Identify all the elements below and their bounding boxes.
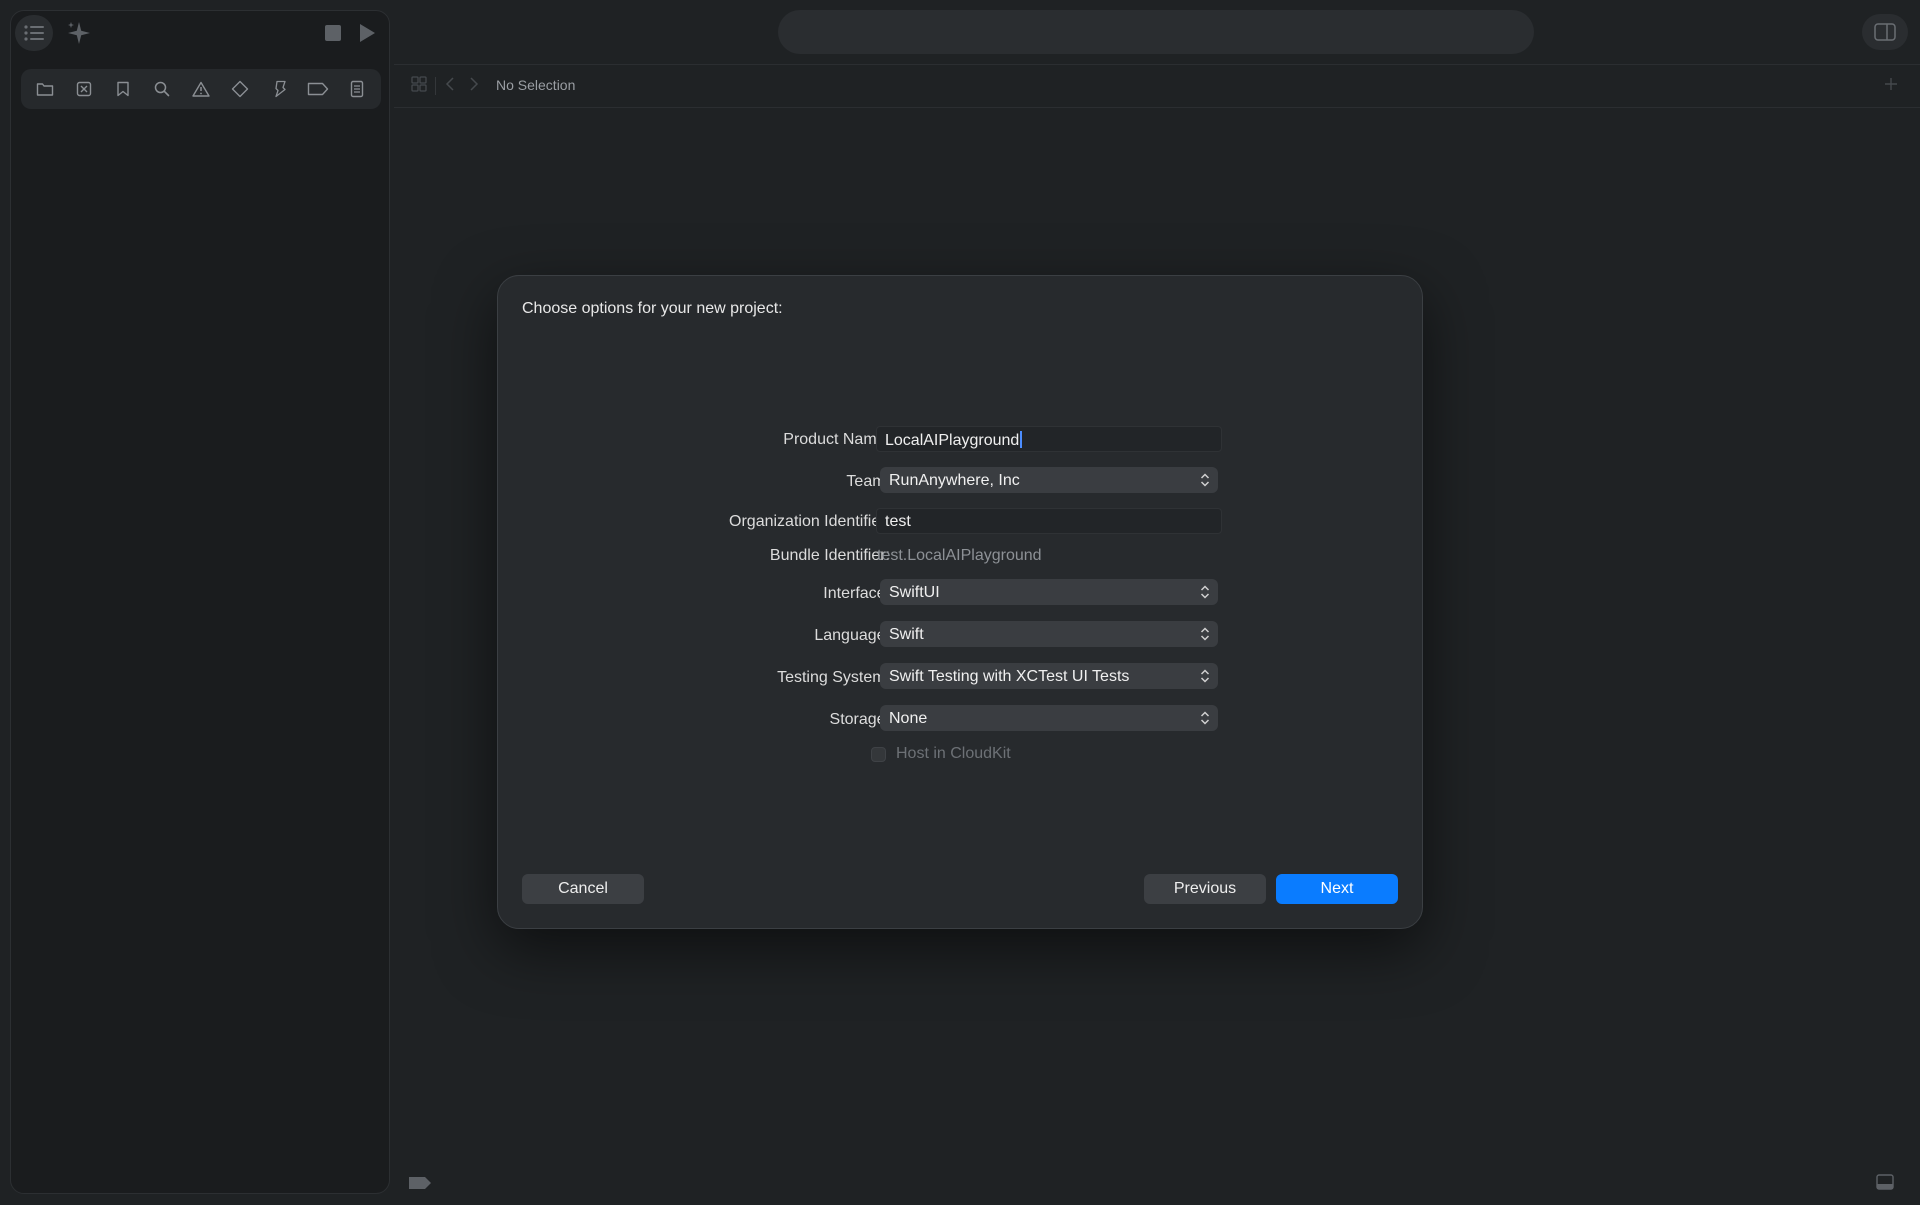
debug-icon xyxy=(271,80,287,98)
list-icon xyxy=(23,24,45,42)
next-button[interactable]: Next xyxy=(1276,874,1398,904)
previous-button[interactable]: Previous xyxy=(1144,874,1266,904)
cancel-button[interactable]: Cancel xyxy=(522,874,644,904)
team-value: RunAnywhere, Inc xyxy=(889,472,1020,489)
team-popup[interactable]: RunAnywhere, Inc xyxy=(880,467,1218,493)
host-in-cloudkit-row: Host in CloudKit xyxy=(498,743,1424,773)
chevron-updown-icon xyxy=(1200,584,1210,600)
related-items-button[interactable] xyxy=(410,75,428,93)
team-row: Team: RunAnywhere, Inc xyxy=(498,467,1424,497)
inspector-toggle-button[interactable] xyxy=(1862,14,1908,50)
organization-identifier-value: test xyxy=(885,513,911,530)
chevron-updown-icon xyxy=(1200,626,1210,642)
organization-identifier-field[interactable]: test xyxy=(876,508,1222,534)
chevron-updown-icon xyxy=(1200,472,1210,488)
stop-icon xyxy=(324,24,342,42)
testing-system-row: Testing System: Swift Testing with XCTes… xyxy=(498,663,1424,693)
navigator-selector-bar xyxy=(21,69,381,109)
source-control-navigator-tab[interactable] xyxy=(67,74,101,104)
report-icon xyxy=(350,80,364,98)
panel-bottom-icon xyxy=(1876,1174,1894,1190)
test-navigator-tab[interactable] xyxy=(223,74,257,104)
bookmark-icon xyxy=(116,81,130,97)
host-in-cloudkit-checkbox[interactable] xyxy=(871,746,886,762)
test-icon xyxy=(231,80,249,98)
add-editor-button[interactable] xyxy=(1882,75,1900,93)
source-control-icon xyxy=(76,81,92,97)
bookmark-navigator-tab[interactable] xyxy=(106,74,140,104)
project-navigator-tab[interactable] xyxy=(28,74,62,104)
activity-view xyxy=(778,10,1534,54)
grid-icon xyxy=(410,75,428,93)
navigator-toggle-button[interactable] xyxy=(15,15,53,51)
editor-jump-bar: No Selection xyxy=(394,64,1920,108)
warning-icon xyxy=(192,81,210,97)
inspector-icon xyxy=(1874,23,1896,41)
run-button[interactable] xyxy=(355,21,379,45)
assistant-button[interactable] xyxy=(63,17,95,49)
breakpoint-navigator-tab[interactable] xyxy=(301,74,335,104)
stop-button[interactable] xyxy=(321,21,345,45)
bundle-identifier-row: Bundle Identifier: test.LocalAIPlaygroun… xyxy=(498,541,1424,571)
dialog-title: Choose options for your new project: xyxy=(522,300,783,317)
navigator-panel xyxy=(10,10,390,1194)
back-button[interactable] xyxy=(444,75,456,93)
product-name-value: LocalAIPlayground xyxy=(885,432,1020,449)
storage-popup[interactable]: None xyxy=(880,705,1218,731)
product-name-row: Product Name: LocalAIPlayground xyxy=(498,425,1424,455)
folder-icon xyxy=(36,81,54,97)
organization-identifier-label: Organization Identifier: xyxy=(729,513,890,530)
plus-icon xyxy=(1882,75,1900,93)
language-value: Swift xyxy=(889,626,924,643)
host-in-cloudkit-option[interactable]: Host in CloudKit xyxy=(871,745,1011,763)
text-caret xyxy=(1020,431,1023,448)
host-in-cloudkit-label: Host in CloudKit xyxy=(896,745,1011,762)
interface-value: SwiftUI xyxy=(889,584,940,601)
forward-button[interactable] xyxy=(468,75,480,93)
language-row: Language: Swift xyxy=(498,621,1424,651)
jump-bar-separator xyxy=(435,77,436,95)
testing-system-label: Testing System: xyxy=(777,669,890,686)
report-navigator-tab[interactable] xyxy=(340,74,374,104)
navigator-toolbar xyxy=(11,11,389,55)
chevron-updown-icon xyxy=(1200,710,1210,726)
chevron-left-icon xyxy=(444,75,456,93)
bundle-identifier-label: Bundle Identifier: xyxy=(769,547,890,564)
debug-area-toggle-button[interactable] xyxy=(1876,1174,1894,1190)
organization-identifier-row: Organization Identifier: test xyxy=(498,507,1424,537)
filter-tag-button[interactable] xyxy=(408,1176,432,1190)
language-popup[interactable]: Swift xyxy=(880,621,1218,647)
interface-popup[interactable]: SwiftUI xyxy=(880,579,1218,605)
issue-navigator-tab[interactable] xyxy=(184,74,218,104)
sparkle-icon xyxy=(66,20,92,46)
testing-system-value: Swift Testing with XCTest UI Tests xyxy=(889,668,1130,685)
product-name-field[interactable]: LocalAIPlayground xyxy=(876,426,1222,452)
tag-icon xyxy=(408,1176,432,1190)
interface-row: Interface: SwiftUI xyxy=(498,579,1424,609)
testing-system-popup[interactable]: Swift Testing with XCTest UI Tests xyxy=(880,663,1218,689)
bundle-identifier-value: test.LocalAIPlayground xyxy=(877,547,1042,564)
play-icon xyxy=(358,23,376,43)
search-icon xyxy=(154,81,170,97)
storage-value: None xyxy=(889,710,928,727)
jump-bar-breadcrumb: No Selection xyxy=(496,77,576,93)
storage-row: Storage: None xyxy=(498,705,1424,735)
product-name-label: Product Name: xyxy=(783,431,890,448)
language-label: Language: xyxy=(814,627,890,644)
new-project-options-dialog: Choose options for your new project: Pro… xyxy=(497,275,1423,929)
breakpoint-icon xyxy=(307,82,329,96)
chevron-updown-icon xyxy=(1200,668,1210,684)
debug-navigator-tab[interactable] xyxy=(262,74,296,104)
find-navigator-tab[interactable] xyxy=(145,74,179,104)
chevron-right-icon xyxy=(468,75,480,93)
